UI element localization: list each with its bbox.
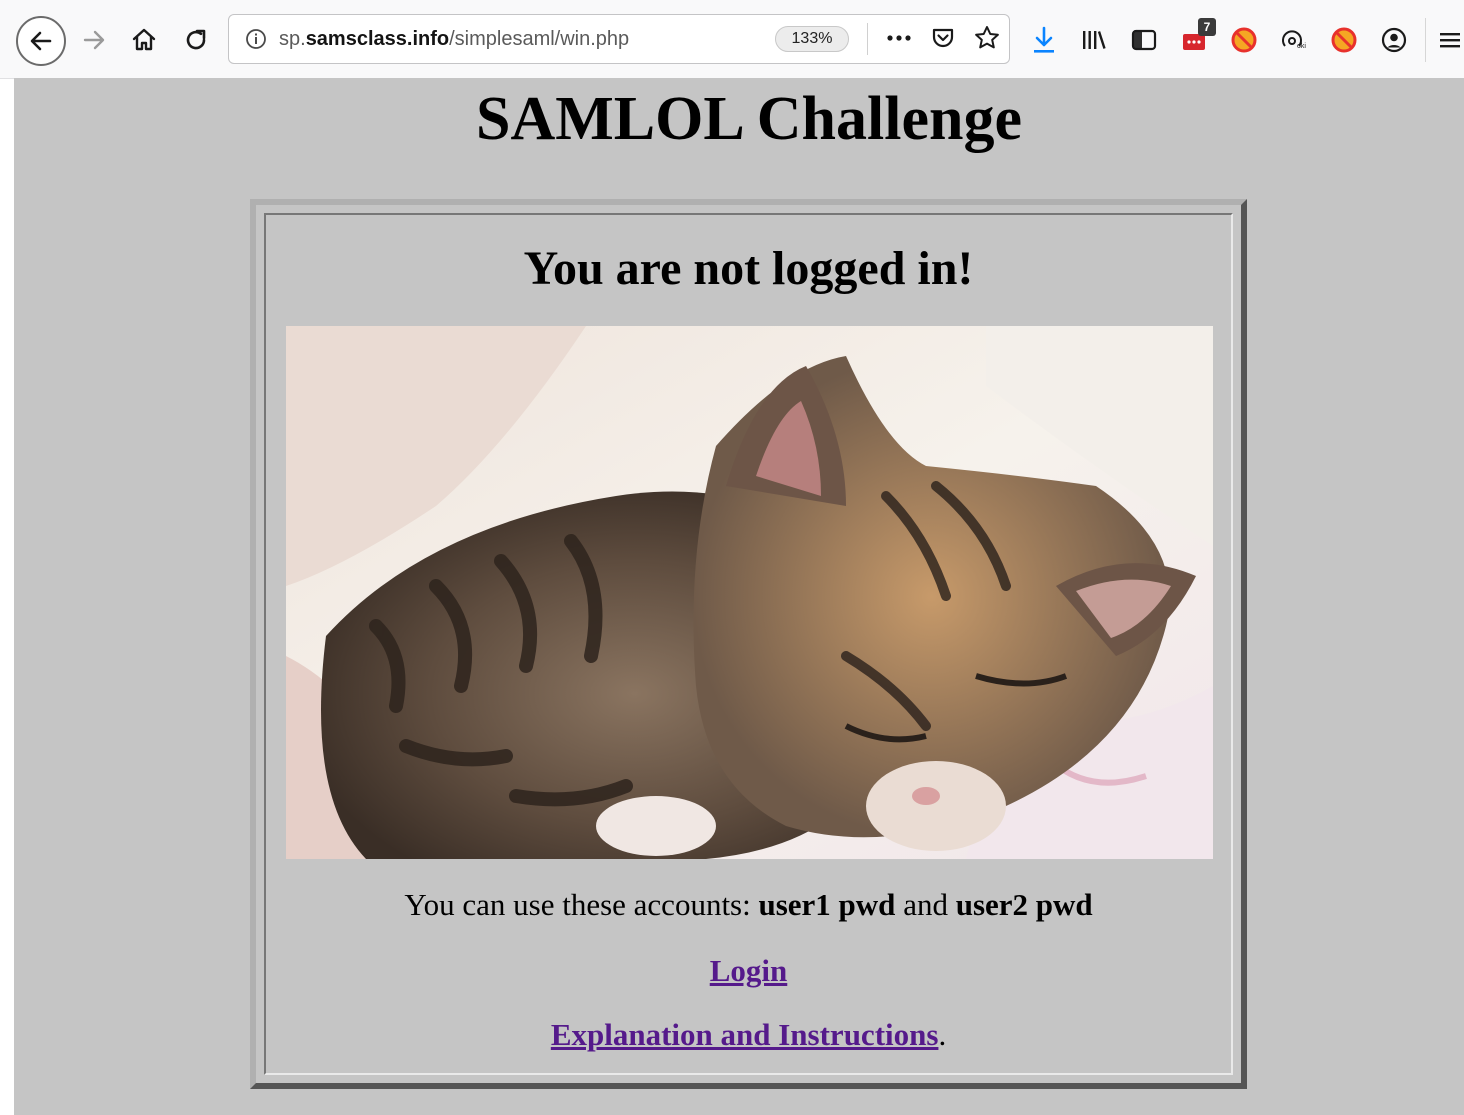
page-actions-icon (887, 35, 911, 41)
url-domain: samsclass.info (305, 28, 450, 50)
menu-button[interactable] (1434, 18, 1464, 62)
urlbar-divider (867, 23, 868, 55)
browser-toolbar: sp.samsclass.info/simplesaml/win.php 133… (0, 0, 1464, 79)
web-page: SAMLOL Challenge You are not logged in! (14, 78, 1464, 1115)
url-text[interactable]: sp.samsclass.info/simplesaml/win.php (279, 28, 629, 51)
instructions-link[interactable]: Explanation and Instructions (551, 1017, 939, 1052)
forward-icon (83, 30, 105, 50)
login-status-heading: You are not logged in! (523, 242, 974, 295)
back-icon (30, 31, 52, 51)
extension-button-2[interactable] (1222, 18, 1266, 62)
url-path: /simplesaml/win.php (449, 28, 630, 50)
zoom-indicator[interactable]: 133% (775, 26, 849, 52)
extension-button-3[interactable]: oki (1272, 18, 1316, 62)
instructions-line: Explanation and Instructions. (266, 1017, 1231, 1053)
reload-icon (186, 29, 206, 50)
sidebar-icon (1131, 29, 1157, 51)
menu-icon (1440, 33, 1460, 48)
info-icon (246, 29, 266, 49)
account-button[interactable] (1372, 18, 1416, 62)
url-prefix: sp. (279, 28, 306, 50)
account-icon (1381, 27, 1407, 53)
home-icon (132, 28, 156, 51)
page-actions-button[interactable] (879, 18, 919, 58)
accounts-and: and (895, 887, 956, 922)
extension-badge-count: 7 (1198, 18, 1216, 36)
downloads-button[interactable] (1022, 18, 1066, 62)
forward-button[interactable] (72, 18, 116, 62)
blocker-icon (1231, 27, 1257, 53)
back-button[interactable] (16, 16, 66, 66)
svg-text:oki: oki (1297, 43, 1306, 50)
instructions-period: . (938, 1017, 947, 1052)
account-2: user2 pwd (955, 887, 1093, 922)
login-link[interactable]: Login (710, 953, 788, 988)
toolbar-divider (1425, 18, 1426, 62)
address-bar[interactable]: sp.samsclass.info/simplesaml/win.php 133… (228, 14, 1010, 64)
library-icon (1083, 31, 1106, 49)
blocker-icon (1331, 27, 1357, 53)
accounts-info: You can use these accounts: user1 pwd an… (266, 887, 1231, 923)
sleeping-kitten-image (286, 326, 1213, 859)
sidebar-button[interactable] (1122, 18, 1166, 62)
extension-button-4[interactable] (1322, 18, 1366, 62)
login-line: Login (266, 953, 1231, 989)
pocket-icon (932, 28, 954, 48)
page-title: SAMLOL Challenge (475, 85, 1022, 153)
bookmark-star-icon (975, 26, 999, 49)
reload-button[interactable] (174, 18, 218, 62)
content-frame: You are not logged in! You can use these… (250, 199, 1247, 1089)
pocket-button[interactable] (923, 18, 963, 58)
keyword-icon: oki (1282, 30, 1306, 50)
bookmark-button[interactable] (967, 18, 1007, 58)
account-1: user1 pwd (758, 887, 896, 922)
download-icon (1034, 26, 1054, 53)
library-button[interactable] (1072, 18, 1116, 62)
content-frame-inner: You are not logged in! You can use these… (264, 213, 1233, 1075)
accounts-prefix: You can use these accounts: (404, 887, 759, 922)
home-button[interactable] (122, 18, 166, 62)
